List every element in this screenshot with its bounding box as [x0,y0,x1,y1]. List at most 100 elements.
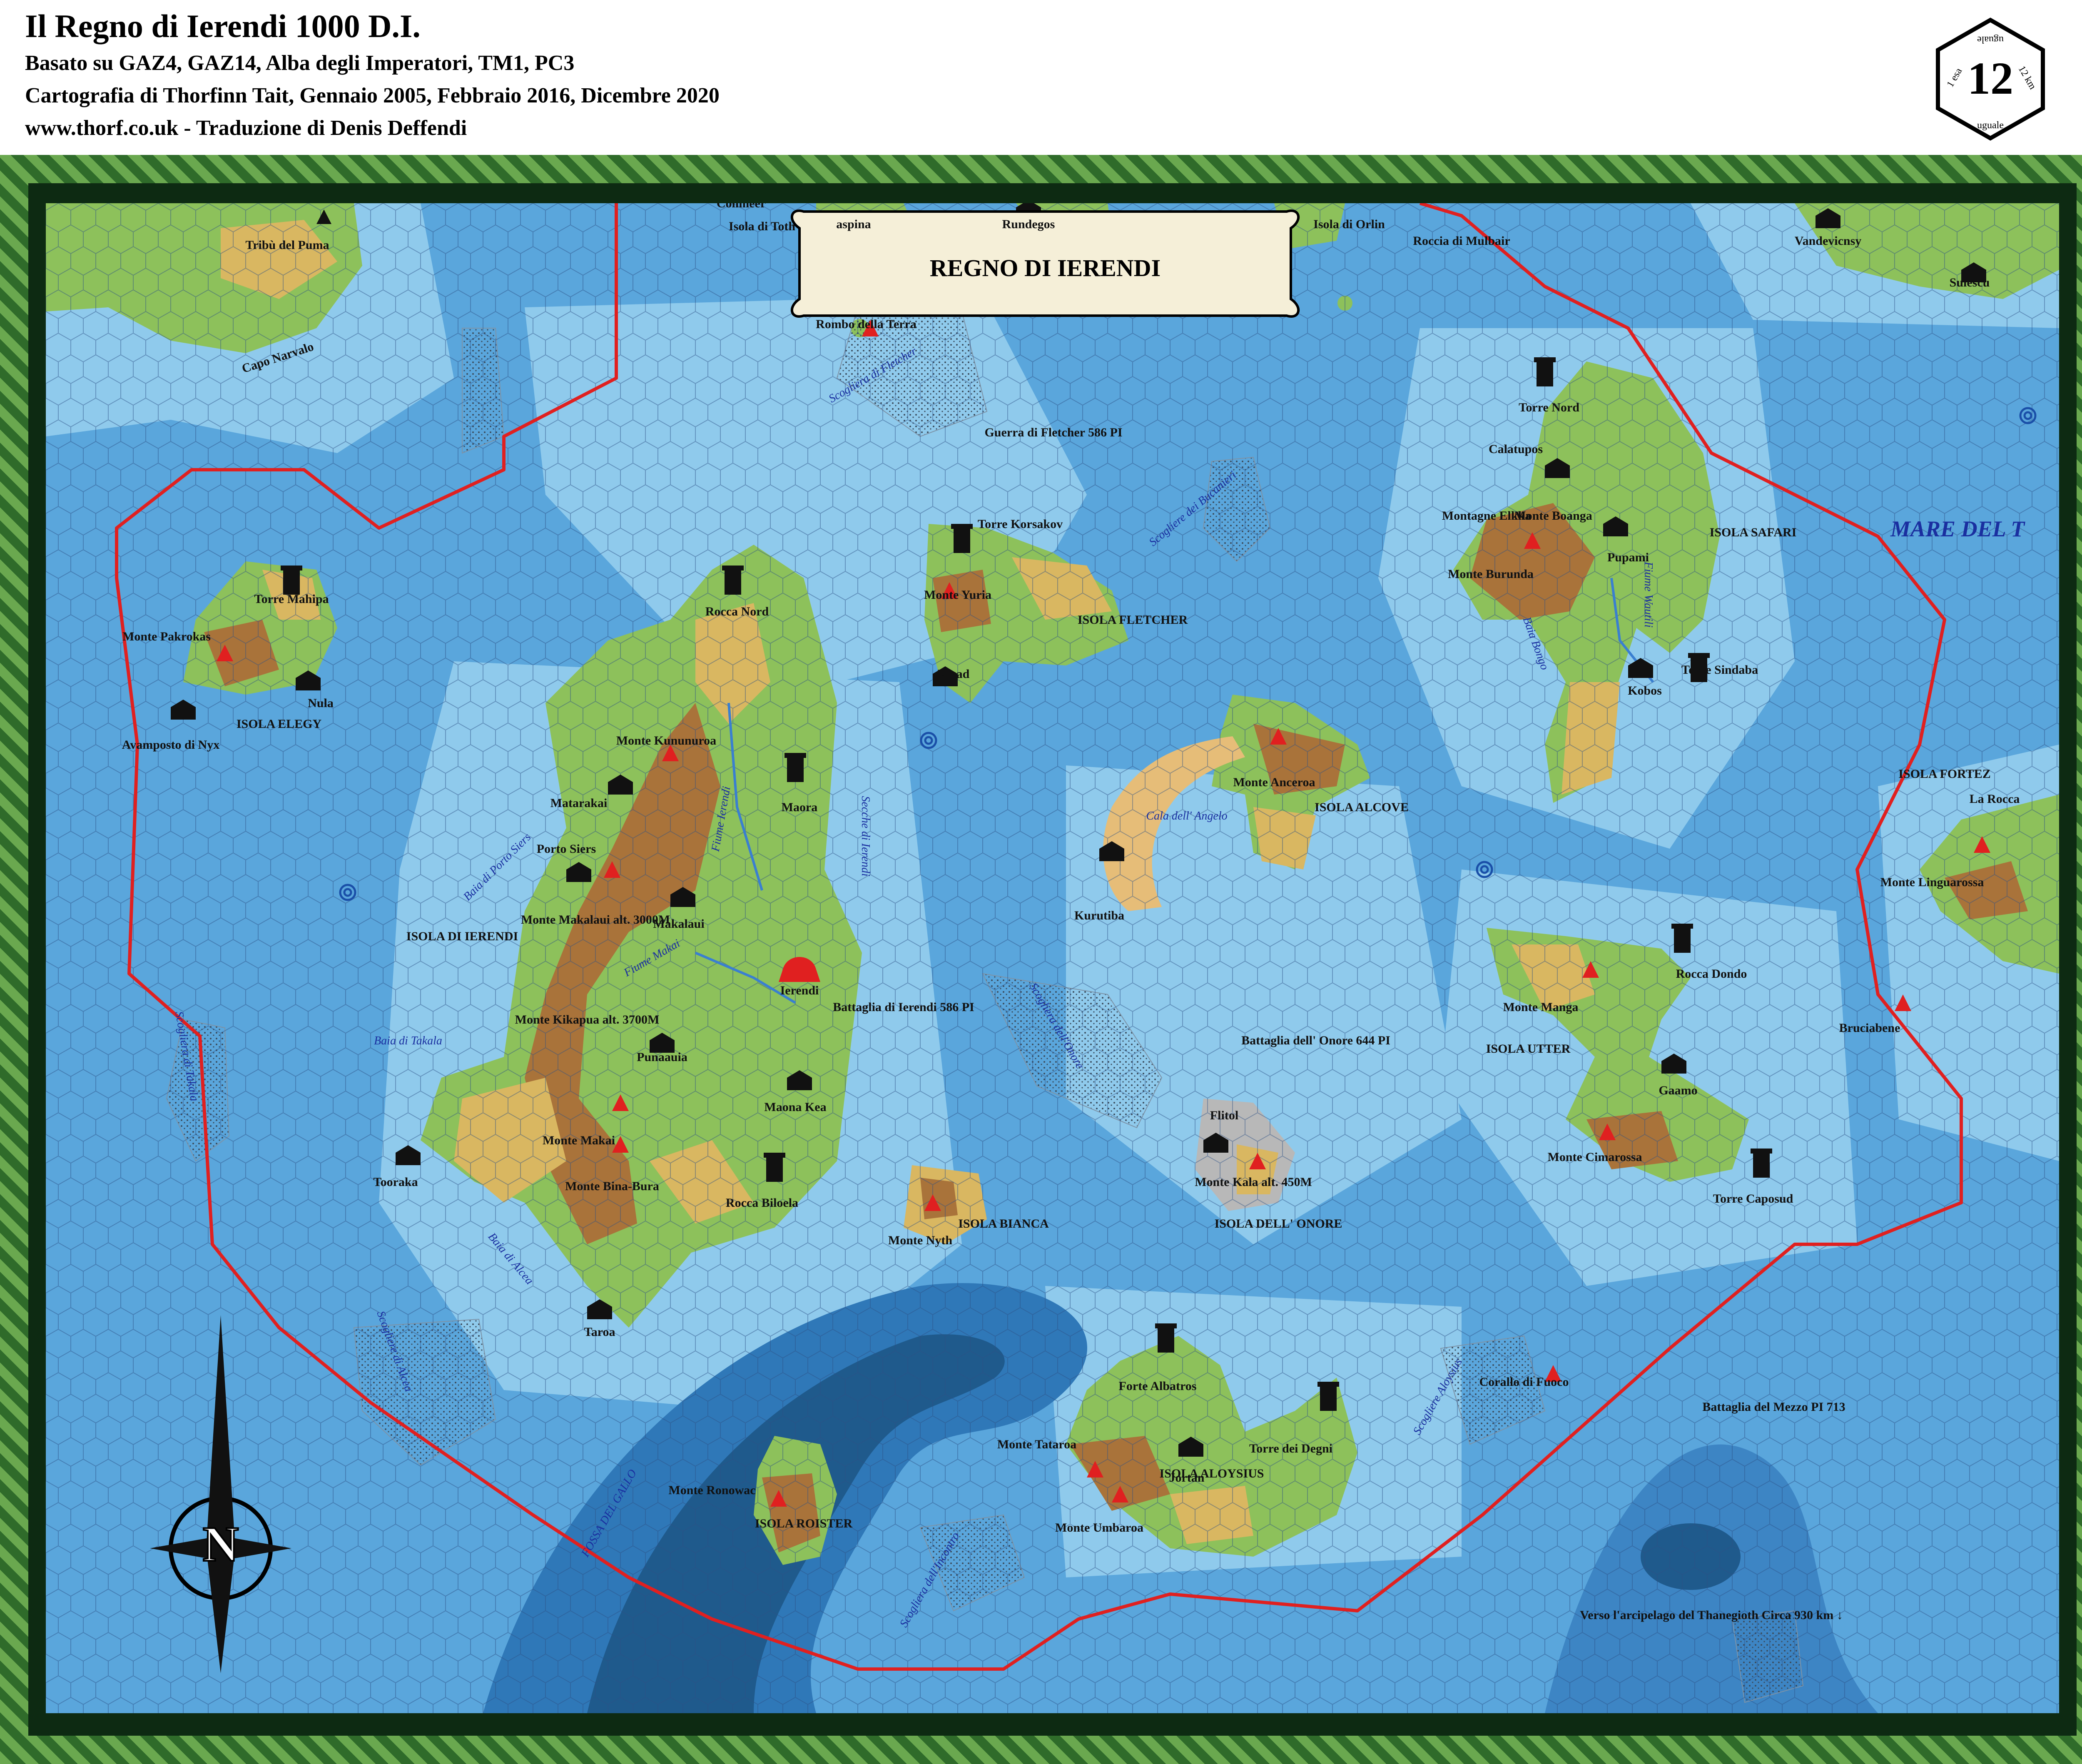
place-label-porto-siers: Porto Siers [537,842,596,856]
place-label-isola-orlin: Isola di Orlin [1313,217,1385,231]
water-label-baia-takala: Baia di Takala [374,1034,442,1047]
place-label-nula: Nula [308,696,334,710]
place-label-monte-kikapua: Monte Kikapua alt. 3700M [515,1013,660,1027]
place-label-monte-makai: Monte Makai [543,1134,615,1147]
tower-icon [1671,924,1693,953]
tower-icon [764,1153,785,1182]
place-label-rundegos: Rundegos [1002,217,1055,231]
place-label-isola-onore: ISOLA DELL' ONORE [1215,1217,1342,1231]
place-label-monte-ronowac: Monte Ronowac [668,1483,755,1497]
place-label-monte-pakrokas: Monte Pakrokas [122,630,211,643]
sources-line: Basato su GAZ4, GAZ14, Alba degli Impera… [25,51,575,75]
place-label-torre-mahipa: Torre Mahipa [254,592,329,606]
place-label-tribu-puma: Tribù del Puma [245,238,329,252]
scale-badge: uguale 12 uguale 1 esa 12 km [1936,17,2045,141]
place-label-monte-boanga: Monte Boanga [1514,509,1592,523]
header: Il Regno di Ierendi 1000 D.I. Basato su … [0,0,2082,154]
place-label-aspina: aspina [836,217,871,231]
compass-north-letter: N [203,1516,239,1572]
scale-bottom-text: uguale [1977,120,2004,131]
place-label-monte-anceroa: Monte Anceroa [1233,775,1315,789]
place-label-taroa: Taroa [584,1325,615,1339]
place-label-guerra-fletcher: Guerra di Fletcher 586 PI [984,426,1122,439]
water-label-fiume-wautili: Fiume Wautili [1642,561,1655,628]
scale-value: 12 [1967,53,2013,104]
place-label-sulescu: Sulescu [1950,276,1990,289]
place-label-monte-kala: Monte Kala alt. 450M [1195,1175,1312,1189]
place-label-isola-fortez: ISOLA FORTEZ [1898,767,1991,781]
place-label-torre-korsakov: Torre Korsakov [978,517,1063,531]
place-label-monte-makalaui: Monte Makalaui alt. 3000M [521,913,670,927]
place-label-battaglia-ierendi: Battaglia di Ierendi 586 PI [833,1000,974,1014]
place-label-monte-kununuroa: Monte Kununuroa [616,734,716,747]
tower-icon [1155,1323,1177,1353]
place-label-torre-degni: Torre dei Degni [1249,1442,1332,1455]
tower-icon [1534,357,1556,386]
place-label-monte-umbaroa: Monte Umbaroa [1055,1521,1143,1535]
map-area[interactable]: REGNO DI IERENDI N MARE DEL T Tribù del … [46,203,2059,1713]
place-label-maora: Maora [782,800,818,814]
place-label-gaamo: Gaamo [1659,1084,1697,1097]
place-label-monte-bina-bura: Monte Bina-Bura [565,1179,659,1193]
tower-icon [281,566,302,595]
water-label-cala-angelo: Cala dell' Angelo [1146,810,1227,822]
place-label-la-rocca: La Rocca [1970,792,2020,806]
place-label-rocca-biloela: Rocca Biloela [726,1196,798,1210]
place-label-calatupos: Calatupos [1489,442,1543,456]
place-label-matarakai: Matarakai [550,796,608,810]
place-label-rombo-terra: Rombo della Terra [816,317,916,331]
place-label-monte-cimarossa: Monte Cimarossa [1548,1150,1642,1164]
place-label-maona-kea: Maona Kea [764,1100,826,1114]
water-label-secche-ierendi: Secche di Ierendi [859,796,872,876]
place-label-isola-roister: ISOLA ROISTER [755,1517,853,1530]
website-line: www.thorf.co.uk - Traduzione di Denis De… [25,116,467,140]
place-label-ierendi: Ierendi [780,984,819,997]
sea-label: MARE DEL T [1890,516,2025,541]
place-label-corallo-fuoco: Corallo di Fuoco [1479,1375,1569,1389]
place-label-isola-elegy: ISOLA ELEGY [237,717,322,731]
place-label-punaauia: Punaauia [637,1050,687,1064]
place-label-battaglia-onore: Battaglia dell' Onore 644 PI [1241,1034,1390,1047]
place-label-torre-nord: Torre Nord [1519,401,1579,414]
place-label-monte-tataroa: Monte Tataroa [997,1438,1076,1451]
tower-icon [784,753,806,782]
cartouche-title: REGNO DI IERENDI [930,254,1161,282]
place-label-torre-sindaba: Torre Sindaba [1681,663,1758,677]
credits-line: Cartografia di Thorfinn Tait, Gennaio 20… [25,84,720,107]
tower-icon [951,524,973,553]
place-label-rocca-dondo: Rocca Dondo [1676,967,1747,981]
place-label-rocca-nord: Rocca Nord [705,605,769,618]
place-label-roccia-mulbair: Roccia di Mulbair [1413,234,1510,248]
place-label-isola-toth: Isola di Toth [729,219,795,233]
place-label-isola-fletcher: ISOLA FLETCHER [1078,613,1188,627]
place-label-battaglia-mezzo: Battaglia del Mezzo PI 713 [1702,1400,1845,1414]
place-label-kurutiba: Kurutiba [1074,909,1124,922]
scale-top-text: uguale [1977,34,2004,45]
place-label-monte-linguarossa: Monte Linguarossa [1880,875,1984,889]
place-label-vlaad: Vlaad [938,667,970,681]
place-label-monte-yuria: Monte Yuria [924,588,991,602]
place-label-flitol: Flitol [1210,1109,1238,1122]
place-label-verso-thanegioth: Verso l'arcipelago del Thanegioth Circa … [1580,1608,1843,1622]
place-label-monte-burunda: Monte Burunda [1448,567,1534,581]
place-label-isola-bianca: ISOLA BIANCA [958,1217,1049,1231]
place-label-makalaui: Makalaui [653,917,704,931]
place-label-torre-caposud: Torre Caposud [1713,1192,1793,1206]
place-label-isola-ierendi: ISOLA DI IERENDI [406,929,518,943]
place-label-isola-alcove: ISOLA ALCOVE [1315,800,1409,814]
place-label-monte-manga: Monte Manga [1503,1000,1579,1014]
place-label-forte-albatros: Forte Albatros [1119,1379,1197,1393]
place-label-colimeer: Colimeer [717,203,766,210]
place-label-vandevicnsy: Vandevicnsy [1795,234,1862,248]
place-label-isola-aloysius: ISOLA ALOYSIUS [1160,1467,1264,1480]
map-title: Il Regno di Ierendi 1000 D.I. [25,8,421,44]
place-label-kobos: Kobos [1628,684,1662,698]
place-label-tooraka: Tooraka [373,1175,418,1189]
tower-icon [722,566,744,595]
place-label-avamposto-nyx: Avamposto di Nyx [122,738,219,752]
place-label-isola-utter: ISOLA UTTER [1486,1042,1571,1056]
place-label-isola-safari: ISOLA SAFARI [1710,526,1797,539]
place-label-monte-nyth: Monte Nyth [888,1233,952,1247]
place-label-bruciabene: Bruciabene [1839,1021,1900,1035]
tower-icon [1751,1149,1772,1178]
